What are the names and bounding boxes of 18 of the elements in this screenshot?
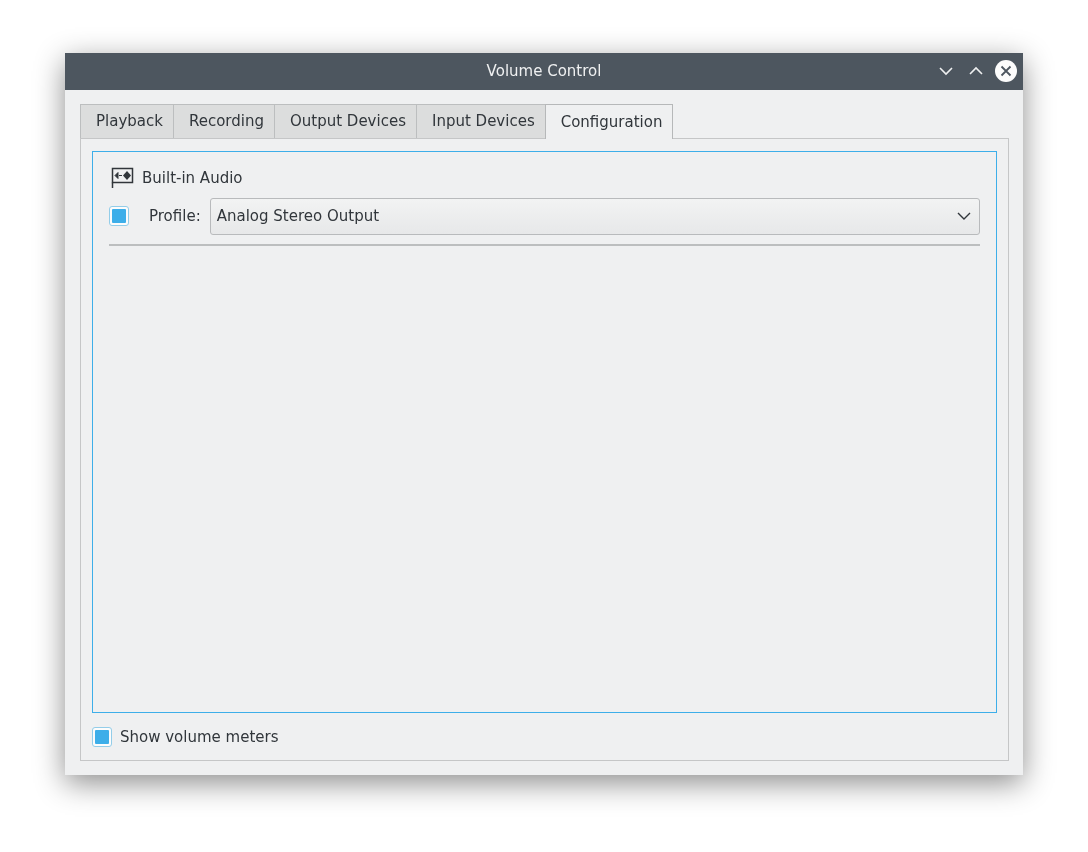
- tab[interactable]: Output Devices: [273, 104, 417, 138]
- device-name: Built-in Audio: [142, 168, 243, 189]
- sound-card-icon: [111, 167, 134, 190]
- show-volume-meters-label: Show volume meters: [120, 726, 279, 748]
- enabled-checkbox[interactable]: [109, 206, 129, 226]
- tab[interactable]: Configuration: [544, 104, 674, 139]
- close-icon: [995, 60, 1017, 82]
- chevron-down-icon: [957, 212, 971, 220]
- tab[interactable]: Playback: [80, 104, 174, 138]
- show-volume-meters-checkbox[interactable]: [92, 726, 112, 747]
- chevron-down-icon: [938, 66, 954, 76]
- tab[interactable]: Recording: [172, 104, 275, 138]
- profile-label: Profile:: [149, 205, 201, 227]
- tab[interactable]: Input Devices: [415, 104, 546, 138]
- close-button[interactable]: [995, 60, 1017, 82]
- window-title: Volume Control: [486, 61, 602, 83]
- profile-dropdown[interactable]: Analog Stereo Output: [209, 197, 980, 235]
- chevron-up-icon: [968, 66, 984, 76]
